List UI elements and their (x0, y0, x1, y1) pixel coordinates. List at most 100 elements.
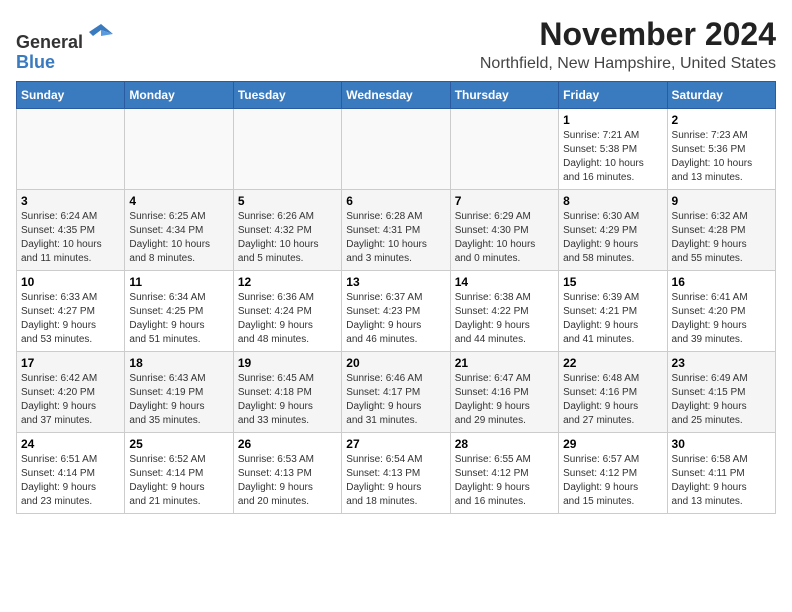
logo-general: General (16, 32, 83, 52)
day-cell: 14 Sunrise: 6:38 AM Sunset: 4:22 PM Dayli… (450, 271, 558, 352)
day-detail: Sunrise: 6:47 AM Sunset: 4:16 PM Dayligh… (455, 372, 554, 428)
calendar-table: Sunday Monday Tuesday Wednesday Thursday… (16, 81, 776, 514)
logo: General Blue (16, 20, 115, 73)
day-cell: 8 Sunrise: 6:30 AM Sunset: 4:29 PM Daylig… (559, 190, 667, 271)
title-block: November 2024 Northfield, New Hampshire,… (480, 16, 776, 73)
day-cell: 7 Sunrise: 6:29 AM Sunset: 4:30 PM Daylig… (450, 190, 558, 271)
day-detail: Sunrise: 6:25 AM Sunset: 4:34 PM Dayligh… (129, 210, 228, 266)
day-cell: 19 Sunrise: 6:45 AM Sunset: 4:18 PM Dayli… (233, 352, 341, 433)
day-detail: Sunrise: 7:23 AM Sunset: 5:36 PM Dayligh… (672, 129, 771, 185)
day-number: 6 (346, 194, 445, 208)
day-cell (17, 109, 125, 190)
day-detail: Sunrise: 6:36 AM Sunset: 4:24 PM Dayligh… (238, 291, 337, 347)
day-number: 28 (455, 437, 554, 451)
day-detail: Sunrise: 6:28 AM Sunset: 4:31 PM Dayligh… (346, 210, 445, 266)
day-cell: 1 Sunrise: 7:21 AM Sunset: 5:38 PM Daylig… (559, 109, 667, 190)
day-cell: 2 Sunrise: 7:23 AM Sunset: 5:36 PM Daylig… (667, 109, 775, 190)
day-number: 9 (672, 194, 771, 208)
day-detail: Sunrise: 6:42 AM Sunset: 4:20 PM Dayligh… (21, 372, 120, 428)
day-detail: Sunrise: 6:32 AM Sunset: 4:28 PM Dayligh… (672, 210, 771, 266)
day-detail: Sunrise: 6:34 AM Sunset: 4:25 PM Dayligh… (129, 291, 228, 347)
day-cell: 30Sunrise: 6:58 AM Sunset: 4:11 PM Dayli… (667, 433, 775, 514)
day-cell: 16 Sunrise: 6:41 AM Sunset: 4:20 PM Dayli… (667, 271, 775, 352)
day-cell: 18Sunrise: 6:43 AM Sunset: 4:19 PM Dayli… (125, 352, 233, 433)
day-number: 20 (346, 356, 445, 370)
day-number: 12 (238, 275, 337, 289)
day-number: 15 (563, 275, 662, 289)
day-detail: Sunrise: 6:37 AM Sunset: 4:23 PM Dayligh… (346, 291, 445, 347)
day-number: 1 (563, 113, 662, 127)
col-friday: Friday (559, 82, 667, 109)
day-cell: 11 Sunrise: 6:34 AM Sunset: 4:25 PM Dayli… (125, 271, 233, 352)
day-number: 2 (672, 113, 771, 127)
day-number: 30 (672, 437, 771, 451)
day-number: 13 (346, 275, 445, 289)
day-number: 8 (563, 194, 662, 208)
day-detail: Sunrise: 6:33 AM Sunset: 4:27 PM Dayligh… (21, 291, 120, 347)
day-detail: Sunrise: 6:39 AM Sunset: 4:21 PM Dayligh… (563, 291, 662, 347)
day-number: 17 (21, 356, 120, 370)
day-number: 10 (21, 275, 120, 289)
day-number: 11 (129, 275, 228, 289)
week-row-4: 17 Sunrise: 6:42 AM Sunset: 4:20 PM Dayli… (17, 352, 776, 433)
day-cell: 26 Sunrise: 6:53 AM Sunset: 4:13 PM Dayli… (233, 433, 341, 514)
day-cell: 3Sunrise: 6:24 AM Sunset: 4:35 PM Daylig… (17, 190, 125, 271)
day-detail: Sunrise: 6:45 AM Sunset: 4:18 PM Dayligh… (238, 372, 337, 428)
week-row-5: 24 Sunrise: 6:51 AM Sunset: 4:14 PM Dayli… (17, 433, 776, 514)
day-number: 16 (672, 275, 771, 289)
day-detail: Sunrise: 6:53 AM Sunset: 4:13 PM Dayligh… (238, 453, 337, 509)
day-detail: Sunrise: 6:55 AM Sunset: 4:12 PM Dayligh… (455, 453, 554, 509)
day-number: 4 (129, 194, 228, 208)
day-number: 22 (563, 356, 662, 370)
day-detail: Sunrise: 6:52 AM Sunset: 4:14 PM Dayligh… (129, 453, 228, 509)
day-cell: 9 Sunrise: 6:32 AM Sunset: 4:28 PM Daylig… (667, 190, 775, 271)
day-cell: 17 Sunrise: 6:42 AM Sunset: 4:20 PM Dayli… (17, 352, 125, 433)
day-cell: 28 Sunrise: 6:55 AM Sunset: 4:12 PM Dayli… (450, 433, 558, 514)
day-number: 21 (455, 356, 554, 370)
col-wednesday: Wednesday (342, 82, 450, 109)
col-thursday: Thursday (450, 82, 558, 109)
day-number: 5 (238, 194, 337, 208)
col-sunday: Sunday (17, 82, 125, 109)
logo-blue: Blue (16, 52, 55, 72)
day-cell: 21 Sunrise: 6:47 AM Sunset: 4:16 PM Dayli… (450, 352, 558, 433)
day-detail: Sunrise: 6:54 AM Sunset: 4:13 PM Dayligh… (346, 453, 445, 509)
day-detail: Sunrise: 6:49 AM Sunset: 4:15 PM Dayligh… (672, 372, 771, 428)
day-detail: Sunrise: 6:24 AM Sunset: 4:35 PM Dayligh… (21, 210, 120, 266)
day-detail: Sunrise: 6:48 AM Sunset: 4:16 PM Dayligh… (563, 372, 662, 428)
week-row-1: 1 Sunrise: 7:21 AM Sunset: 5:38 PM Daylig… (17, 109, 776, 190)
week-row-3: 10 Sunrise: 6:33 AM Sunset: 4:27 PM Dayli… (17, 271, 776, 352)
calendar-title: November 2024 (480, 16, 776, 53)
day-cell (125, 109, 233, 190)
day-detail: Sunrise: 7:21 AM Sunset: 5:38 PM Dayligh… (563, 129, 662, 185)
day-cell: 4 Sunrise: 6:25 AM Sunset: 4:34 PM Daylig… (125, 190, 233, 271)
day-cell: 10 Sunrise: 6:33 AM Sunset: 4:27 PM Dayli… (17, 271, 125, 352)
day-detail: Sunrise: 6:41 AM Sunset: 4:20 PM Dayligh… (672, 291, 771, 347)
day-detail: Sunrise: 6:38 AM Sunset: 4:22 PM Dayligh… (455, 291, 554, 347)
day-detail: Sunrise: 6:43 AM Sunset: 4:19 PM Dayligh… (129, 372, 228, 428)
day-cell: 12 Sunrise: 6:36 AM Sunset: 4:24 PM Dayli… (233, 271, 341, 352)
day-cell (342, 109, 450, 190)
day-number: 14 (455, 275, 554, 289)
day-number: 26 (238, 437, 337, 451)
day-cell: 25 Sunrise: 6:52 AM Sunset: 4:14 PM Dayli… (125, 433, 233, 514)
day-number: 24 (21, 437, 120, 451)
day-number: 23 (672, 356, 771, 370)
day-detail: Sunrise: 6:30 AM Sunset: 4:29 PM Dayligh… (563, 210, 662, 266)
day-number: 29 (563, 437, 662, 451)
day-cell: 13 Sunrise: 6:37 AM Sunset: 4:23 PM Dayli… (342, 271, 450, 352)
day-number: 25 (129, 437, 228, 451)
day-number: 19 (238, 356, 337, 370)
day-number: 7 (455, 194, 554, 208)
day-cell: 29 Sunrise: 6:57 AM Sunset: 4:12 PM Dayli… (559, 433, 667, 514)
week-row-2: 3Sunrise: 6:24 AM Sunset: 4:35 PM Daylig… (17, 190, 776, 271)
day-detail: Sunrise: 6:51 AM Sunset: 4:14 PM Dayligh… (21, 453, 120, 509)
day-detail: Sunrise: 6:29 AM Sunset: 4:30 PM Dayligh… (455, 210, 554, 266)
day-detail: Sunrise: 6:26 AM Sunset: 4:32 PM Dayligh… (238, 210, 337, 266)
day-number: 27 (346, 437, 445, 451)
day-cell: 22 Sunrise: 6:48 AM Sunset: 4:16 PM Dayli… (559, 352, 667, 433)
day-detail: Sunrise: 6:57 AM Sunset: 4:12 PM Dayligh… (563, 453, 662, 509)
day-detail: Sunrise: 6:46 AM Sunset: 4:17 PM Dayligh… (346, 372, 445, 428)
day-cell: 23 Sunrise: 6:49 AM Sunset: 4:15 PM Dayli… (667, 352, 775, 433)
calendar-subtitle: Northfield, New Hampshire, United States (480, 55, 776, 73)
